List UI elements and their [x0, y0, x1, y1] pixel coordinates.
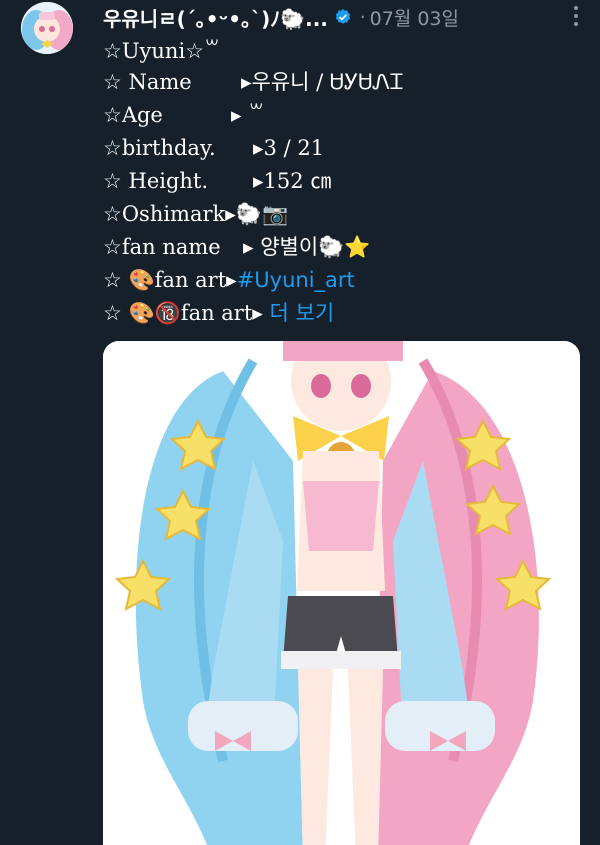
bio-line: ☆Oshimark▸🐑📷: [103, 202, 289, 226]
bio-line: ☆ 🎨🔞fan art▸ 더 보기: [103, 301, 335, 325]
hashtag-link[interactable]: #Uyuni_art: [237, 268, 355, 292]
show-more-link[interactable]: 더 보기: [270, 301, 335, 325]
bio-line: ☆Uyuni☆ ꒳: [103, 39, 221, 63]
date-separator: ·: [359, 6, 366, 28]
bio-line: ☆ 🎨fan art▸#Uyuni_art: [103, 268, 355, 292]
bio-line: ☆Age ▸ ꒳: [103, 103, 265, 127]
bio-line: ☆ Height. ▸152 ㎝: [103, 169, 332, 193]
author-avatar[interactable]: [21, 2, 73, 54]
verified-badge-icon: [335, 9, 351, 24]
more-options-icon[interactable]: [564, 2, 588, 30]
tweet-date[interactable]: 07월 03일: [370, 4, 459, 31]
anime-character-illustration: [103, 341, 580, 845]
bio-line: ☆ Name ▸우유니 / ᏌᎩᏌᏁᏆ: [103, 70, 404, 94]
author-name[interactable]: 우유니ㄹ(´｡•ᵕ•｡`)ﾉ🐑...: [103, 3, 328, 32]
avatar-image: [21, 2, 73, 54]
bio-line: ☆birthday. ▸3 / 21: [103, 136, 325, 160]
tweet-header: 우유니ㄹ(´｡•ᵕ•｡`)ﾉ🐑... · 07월 03일: [103, 0, 593, 34]
bio-line: ☆fan name ▸ 양별이🐑⭐: [103, 235, 371, 259]
tweet-media-image[interactable]: [103, 341, 580, 845]
